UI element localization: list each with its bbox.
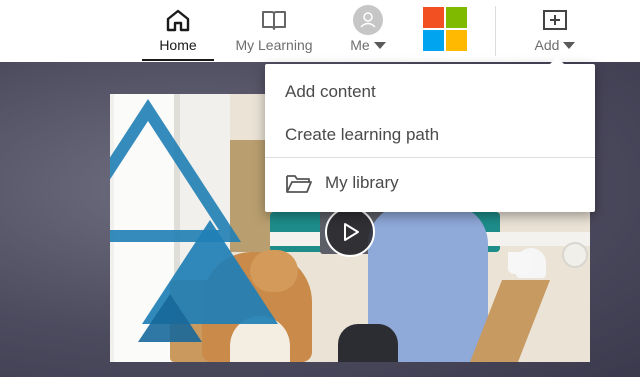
nav-divider (495, 6, 496, 56)
book-icon (261, 6, 287, 34)
nav-my-learning[interactable]: My Learning (228, 0, 320, 60)
nav-my-learning-label: My Learning (235, 37, 313, 53)
nav-home-label: Home (159, 37, 197, 53)
nav-add[interactable]: Add (526, 0, 584, 60)
chevron-down-icon (373, 41, 386, 49)
menu-item-label: Add content (285, 82, 376, 101)
top-navigation-bar: Home My Learning Me Add (0, 0, 640, 62)
menu-divider (265, 157, 595, 158)
avatar (353, 5, 383, 35)
add-box-icon (542, 6, 568, 34)
nav-me-label-wrap: Me (350, 37, 386, 53)
menu-item-my-library[interactable]: My library (265, 163, 595, 203)
nav-home[interactable]: Home (142, 0, 214, 61)
nav-me-label: Me (350, 37, 370, 53)
nav-me[interactable]: Me (342, 0, 394, 60)
menu-item-create-learning-path[interactable]: Create learning path (265, 115, 595, 155)
folder-icon (285, 172, 313, 194)
menu-item-label: Create learning path (285, 125, 440, 144)
play-icon (344, 223, 359, 241)
add-dropdown-menu: Add content Create learning path My libr… (265, 57, 595, 212)
play-button[interactable] (325, 207, 375, 257)
chevron-down-icon (563, 41, 576, 49)
home-icon (165, 6, 191, 34)
nav-add-label: Add (534, 37, 560, 53)
microsoft-logo[interactable] (423, 7, 467, 51)
menu-item-add-content[interactable]: Add content (265, 72, 595, 112)
menu-item-label: My library (325, 173, 399, 192)
nav-add-label-wrap: Add (535, 37, 576, 53)
